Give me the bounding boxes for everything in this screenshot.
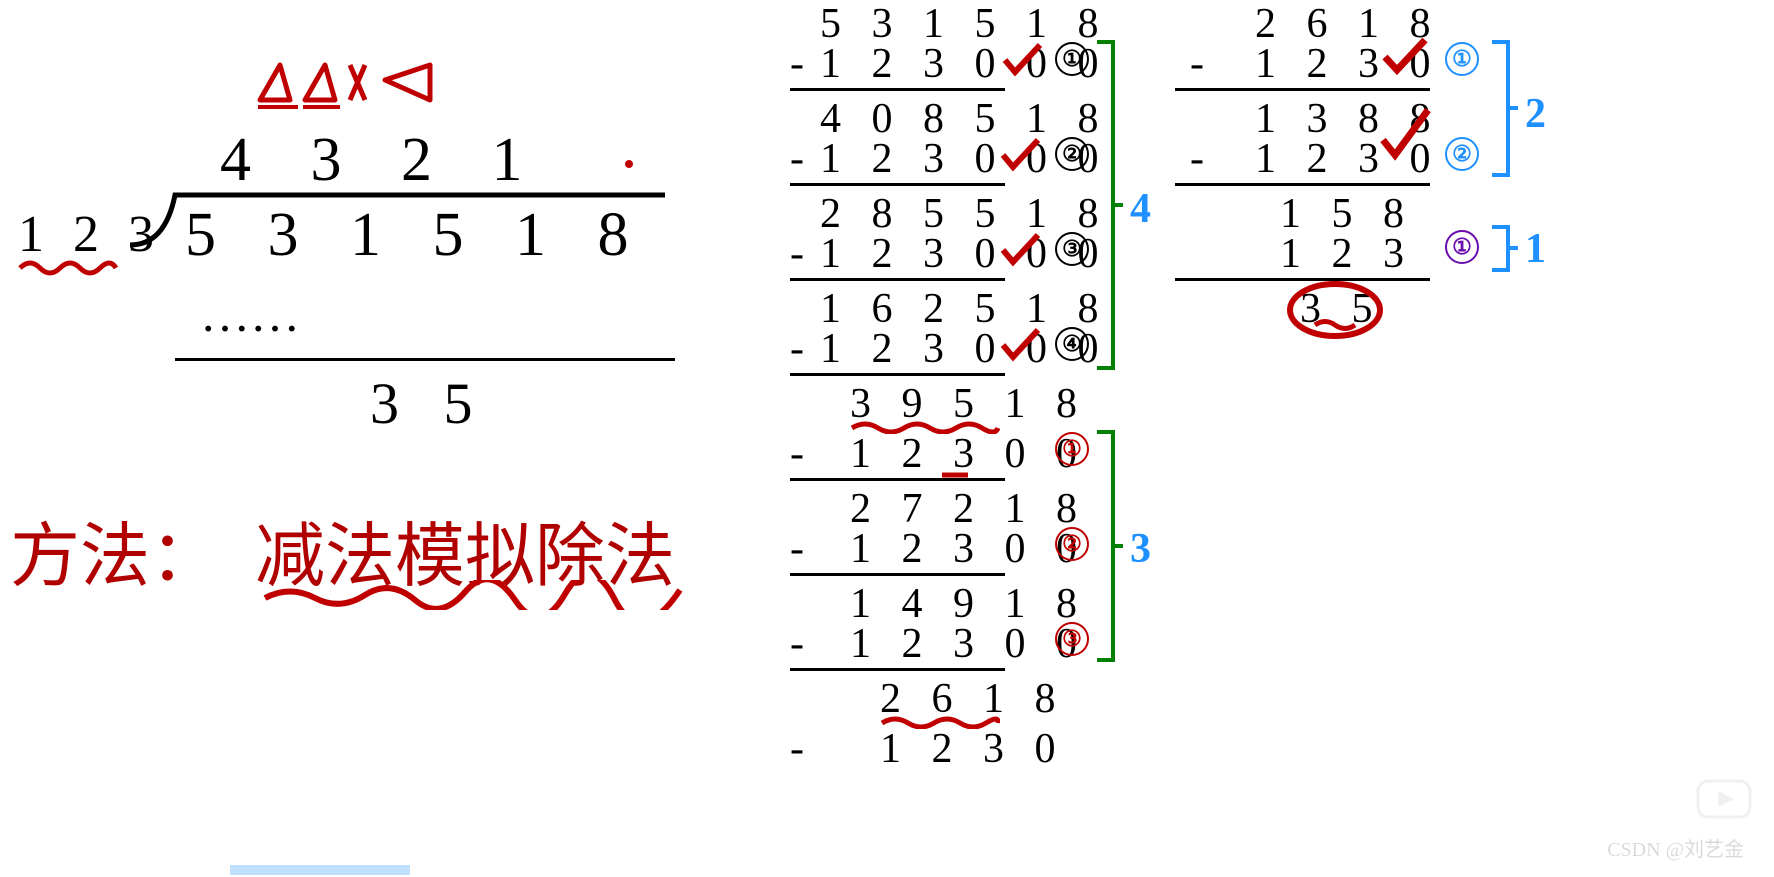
bracket-value: 1 [1525,225,1546,273]
minus-icon: - [790,325,804,373]
minus-icon: - [790,725,804,773]
circled-number: ② [1445,137,1479,171]
num-a14: 1 2 3 0 0 [850,620,1087,668]
circled-number: ① [1445,230,1479,264]
circled-number: ① [1055,432,1089,466]
circled-number: ② [1055,137,1089,171]
watermark: CSDN @刘艺金 [1607,833,1744,862]
divider-line [175,358,675,361]
bracket-icon [1095,40,1125,370]
minus-icon: - [790,525,804,573]
wavy-underline-icon [18,258,118,278]
bottom-bar-icon [230,865,410,875]
check-icon [998,230,1043,270]
rule [790,373,1005,376]
bracket-icon [1095,430,1125,665]
minus-icon: - [1190,40,1204,88]
rule [790,573,1005,576]
bracket-value: 4 [1130,185,1151,233]
dividend: 5 3 1 5 1 8 [185,200,647,271]
bracket-value: 2 [1525,90,1546,138]
minus-icon: - [790,430,804,478]
wavy-underline-icon [260,580,690,610]
minus-icon: - [790,135,804,183]
check-icon [1378,105,1433,165]
minus-icon: - [790,230,804,278]
circled-number: ① [1055,42,1089,76]
minus-icon: - [790,620,804,668]
circled-number: ③ [1055,232,1089,266]
method-label: 方法： [10,500,220,601]
check-icon [1380,35,1430,80]
num-b6: 1 2 3 [1280,230,1414,278]
video-player-icon [1694,777,1754,822]
scribble-icon [250,55,470,125]
circled-number: ③ [1055,622,1089,656]
num-a16: 1 2 3 0 [880,725,1066,773]
rule [790,88,1005,91]
rule [790,278,1005,281]
circle-highlight-icon [1280,280,1390,340]
num-a12: 1 2 3 0 0 [850,525,1087,573]
ellipsis: …… [200,285,300,343]
circled-number: ④ [1055,327,1089,361]
minus-icon: - [1190,135,1204,183]
rule [790,183,1005,186]
bracket-icon [1490,40,1520,180]
check-icon [998,135,1043,175]
bracket-value: 3 [1130,525,1151,573]
rule [1175,88,1430,91]
check-icon [998,325,1043,365]
dot-icon [625,160,633,168]
rule [790,668,1005,671]
bracket-icon [1490,225,1520,275]
rule [1175,183,1430,186]
circled-number: ② [1055,527,1089,561]
divisor: 1 2 3 [18,205,162,264]
circled-number: ① [1445,42,1479,76]
minus-icon: - [790,40,804,88]
check-icon [1000,40,1045,80]
remainder: 3 5 [370,370,488,437]
rule [790,478,1005,481]
